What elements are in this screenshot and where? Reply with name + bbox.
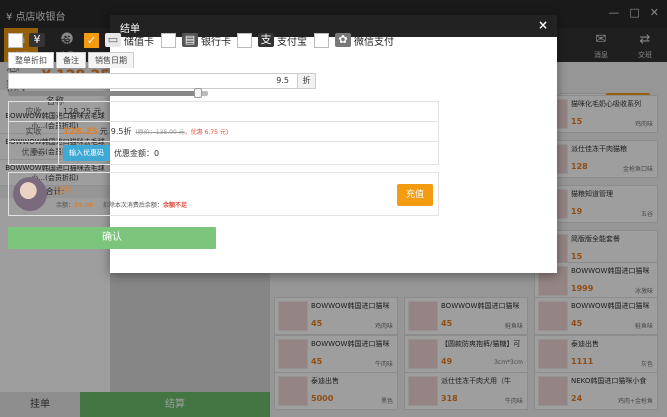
close-icon[interactable]: × (538, 18, 548, 32)
tab-sale-date[interactable]: 销售日期 (88, 52, 134, 68)
tab-discount[interactable]: 整单折扣 (8, 52, 54, 68)
paid-row: 实收 128.25 元 9.5折 (原价：135.00 元 ，优惠 6.75 元… (9, 122, 438, 142)
receivable-row: 应收 128.25 元 (9, 102, 438, 122)
confirm-button[interactable]: 确认 (8, 227, 216, 249)
discount-slider-handle[interactable] (194, 88, 202, 98)
payment-methods: ¥ 现 金 ✓ ▭ 储值卡 ▤ 银行卡 支 支付宝 ✿ 微信支付 (8, 31, 438, 49)
avatar (13, 177, 47, 211)
pay-method-cash[interactable]: ¥ 现 金 (8, 31, 71, 49)
discount-slider[interactable] (8, 88, 208, 98)
pay-method-alipay[interactable]: 支 支付宝 (237, 31, 307, 49)
dialog-tabs: 整单折扣 备注 销售日期 (8, 52, 136, 68)
pay-method-stored-card[interactable]: ✓ ▭ 储值卡 (84, 31, 154, 49)
tab-remark[interactable]: 备注 (56, 52, 86, 68)
coupon-amount: 优惠金额：0 (114, 148, 160, 158)
receivable-value: 128.25 元 (63, 107, 102, 116)
member-balance: 余额：39.00 扣除本次消费后余额：余额不足 (56, 202, 187, 209)
member-name: 王帅 (56, 186, 72, 195)
discount-slider-fill (8, 91, 198, 96)
paid-amount: 128.25 (63, 126, 98, 137)
alipay-icon: 支 (258, 33, 274, 47)
wechat-pay-icon: ✿ (335, 33, 351, 47)
amount-table: 应收 128.25 元 实收 128.25 元 9.5折 (原价：135.00 … (8, 101, 439, 165)
discount-input[interactable]: 9.5 折 (8, 73, 316, 89)
discount-value: 9.5 (276, 76, 289, 85)
checkbox-checked[interactable]: ✓ (84, 32, 99, 48)
enter-coupon-button[interactable]: 输入优惠码 (63, 145, 110, 161)
original-price: (原价：135.00 元 (135, 129, 185, 136)
checkbox[interactable] (8, 32, 23, 48)
checkbox[interactable] (314, 32, 329, 48)
pay-method-wechat[interactable]: ✿ 微信支付 (314, 31, 394, 49)
stored-card-icon: ▭ (105, 33, 121, 47)
bank-card-icon: ▤ (182, 33, 198, 47)
discount-unit: 折 (297, 74, 315, 88)
paid-discount: 9.5折 (110, 127, 132, 136)
member-card: 王帅 余额：39.00 扣除本次消费后余额：余额不足 充值 (8, 172, 439, 216)
checkbox[interactable] (237, 32, 252, 48)
saving-amount: ，优惠 6.75 元) (184, 129, 229, 136)
coupon-row: 优惠券 输入优惠码 优惠金额：0 (9, 142, 438, 164)
pay-method-bank-card[interactable]: ▤ 银行卡 (161, 31, 231, 49)
recharge-button[interactable]: 充值 (397, 184, 433, 206)
cash-icon: ¥ (29, 33, 45, 47)
insufficient-balance-warning: 余额不足 (162, 202, 187, 209)
checkbox[interactable] (161, 32, 176, 48)
